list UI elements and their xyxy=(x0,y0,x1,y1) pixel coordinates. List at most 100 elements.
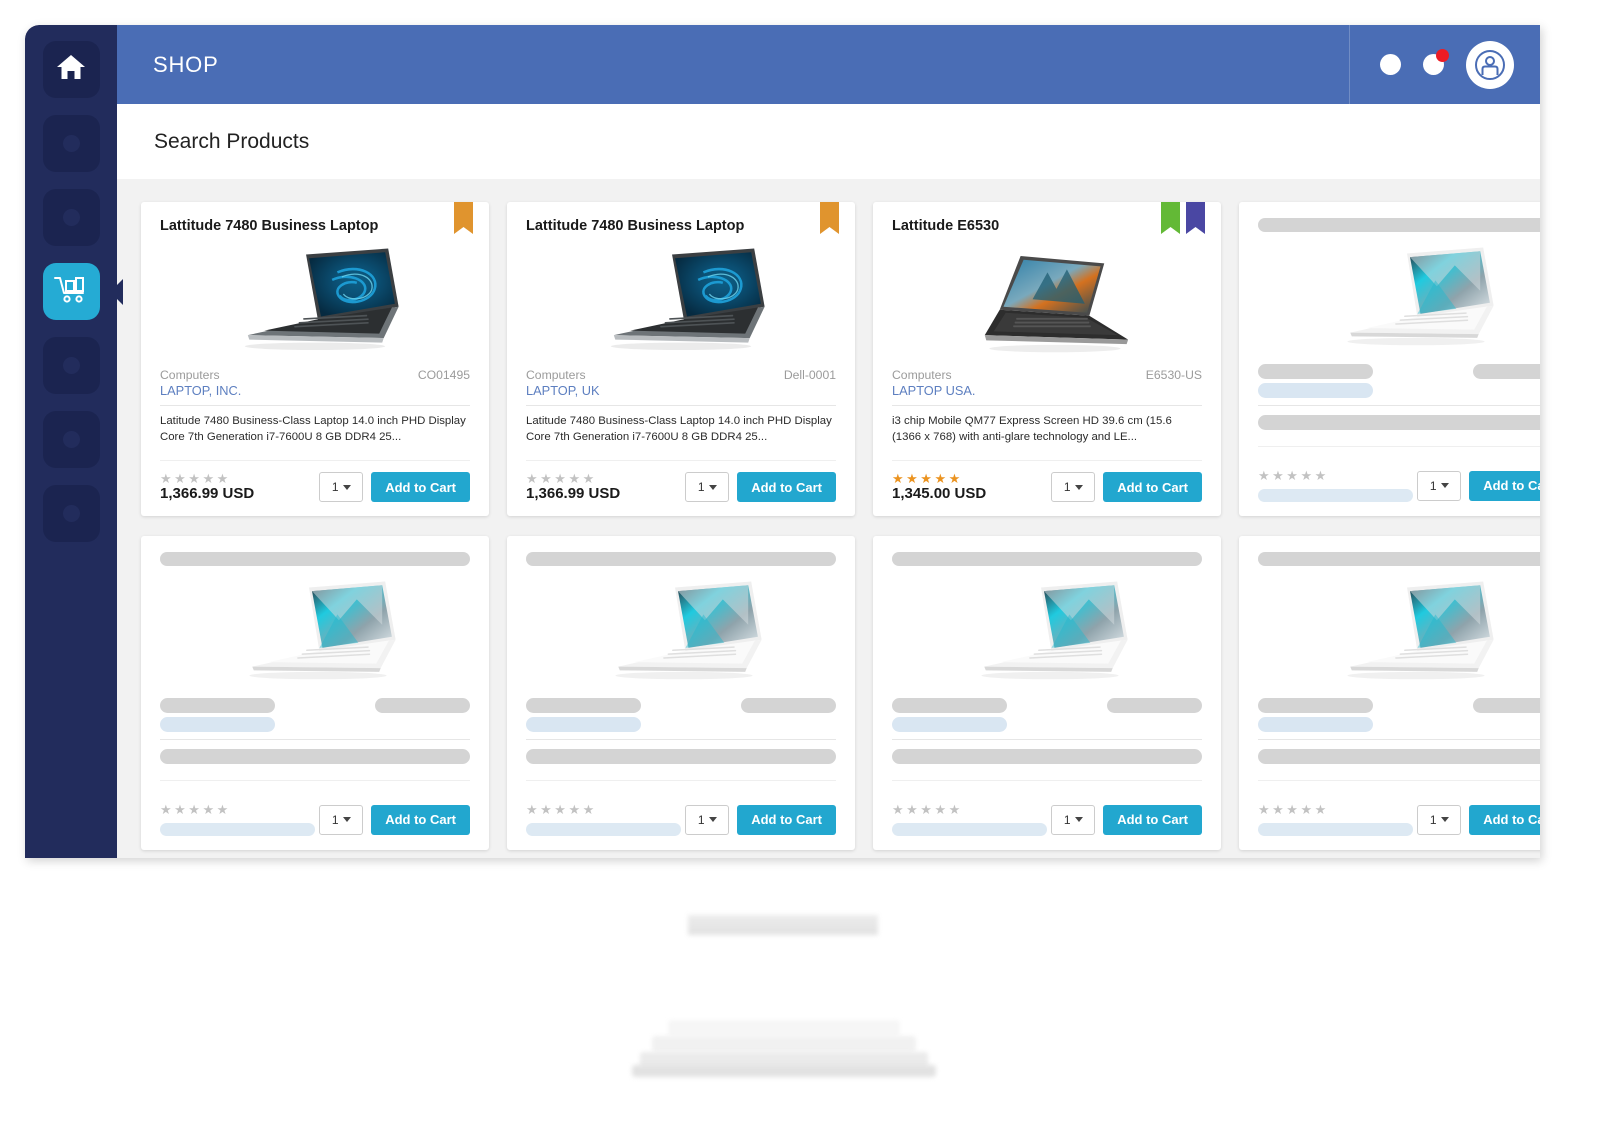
dot-placeholder-icon xyxy=(62,505,80,522)
home-icon xyxy=(56,53,86,86)
quantity-select[interactable]: 1 xyxy=(1417,470,1462,501)
card-footer: ★★★★★ 1 Add to Cart xyxy=(1258,797,1540,836)
card-footer: ★★★★★ 1,345.00 USD 1 Add to Cart xyxy=(892,466,1202,502)
product-rating[interactable]: ★★★★★ xyxy=(1258,469,1413,482)
quantity-select[interactable]: 1 xyxy=(1051,804,1096,835)
add-to-cart-button[interactable]: Add to Cart xyxy=(1103,804,1202,835)
description-placeholder xyxy=(160,749,470,764)
footer-row: ★★★★★ 1 Add to Cart xyxy=(1258,469,1540,502)
rating-price-block: ★★★★★ xyxy=(1258,803,1413,836)
add-to-cart-button[interactable]: Add to Cart xyxy=(371,472,470,502)
product-card[interactable]: ★★★★★ 1 Add to Cart xyxy=(507,536,855,850)
product-card[interactable]: ★★★★★ 1 Add to Cart xyxy=(1239,202,1540,516)
bookmark-ribbon-icon[interactable] xyxy=(454,202,473,234)
meta-divider xyxy=(1258,405,1540,406)
add-to-cart-button[interactable]: Add to Cart xyxy=(371,804,470,835)
quantity-select[interactable]: 1 xyxy=(319,804,364,835)
product-rating[interactable]: ★★★★★ xyxy=(160,472,254,485)
product-card[interactable]: ★★★★★ 1 Add to Cart xyxy=(873,536,1221,850)
meta-divider xyxy=(160,739,470,740)
sidebar-item-nav-3[interactable] xyxy=(42,189,100,246)
product-meta: Computers Dell-0001 xyxy=(526,368,836,382)
card-footer: ★★★★★ 1 Add to Cart xyxy=(892,797,1202,836)
product-card[interactable]: Lattitude 7480 Business Laptop Computers D… xyxy=(507,202,855,516)
ribbon-group xyxy=(1161,202,1205,234)
quantity-select[interactable]: 1 xyxy=(319,472,364,502)
category-placeholder xyxy=(526,698,641,713)
footer-row: ★★★★★ 1 Add to Cart xyxy=(526,803,836,836)
price-placeholder xyxy=(1258,823,1413,836)
add-to-cart-button[interactable]: Add to Cart xyxy=(1469,804,1540,835)
description-placeholder-wrap xyxy=(892,749,1202,764)
purchase-controls: 1 Add to Cart xyxy=(1417,470,1540,501)
quantity-select[interactable]: 1 xyxy=(1051,472,1096,502)
product-rating[interactable]: ★★★★★ xyxy=(1258,803,1413,816)
product-vendor-link[interactable]: LAPTOP, INC. xyxy=(160,383,470,398)
product-image[interactable] xyxy=(160,244,470,362)
sidebar-item-nav-6[interactable] xyxy=(42,411,100,468)
product-image[interactable] xyxy=(526,244,836,362)
desc-divider xyxy=(1258,780,1540,781)
vendor-placeholder xyxy=(1258,383,1373,398)
quantity-value: 1 xyxy=(1063,480,1071,494)
sidebar-item-shop-cart[interactable] xyxy=(42,263,123,320)
sidebar-item-nav-5[interactable] xyxy=(42,337,100,394)
product-rating[interactable]: ★★★★★ xyxy=(526,472,620,485)
product-image[interactable] xyxy=(892,244,1202,362)
add-to-cart-button[interactable]: Add to Cart xyxy=(1103,472,1202,502)
monitor-stand-neck xyxy=(688,915,878,935)
meta-divider xyxy=(1258,739,1540,740)
add-to-cart-button[interactable]: Add to Cart xyxy=(737,804,836,835)
sidebar-item-home[interactable] xyxy=(42,41,100,98)
title-placeholder xyxy=(526,552,836,566)
product-card[interactable]: ★★★★★ 1 Add to Cart xyxy=(141,536,489,850)
chevron-down-icon xyxy=(1440,483,1449,488)
main-column: SHOP Search Products Lattitude 7480 Busi… xyxy=(117,25,1540,858)
product-price: 1,366.99 USD xyxy=(526,485,621,502)
price-placeholder xyxy=(1258,489,1413,502)
quantity-select[interactable]: 1 xyxy=(685,804,730,835)
user-avatar-icon[interactable] xyxy=(1466,40,1514,89)
meta-divider xyxy=(892,405,1202,406)
product-image[interactable] xyxy=(1258,574,1540,692)
bookmark-ribbon-icon[interactable] xyxy=(1186,202,1205,234)
purchase-controls: 1 Add to Cart xyxy=(1051,804,1202,835)
add-to-cart-button[interactable]: Add to Cart xyxy=(737,472,836,502)
product-card[interactable]: ★★★★★ 1 Add to Cart xyxy=(1239,536,1540,850)
product-card[interactable]: Lattitude 7480 Business Laptop Computers C… xyxy=(141,202,489,516)
sku-placeholder xyxy=(741,698,836,713)
quantity-select[interactable]: 1 xyxy=(1417,804,1462,835)
product-image[interactable] xyxy=(1258,240,1540,358)
add-to-cart-button[interactable]: Add to Cart xyxy=(1469,470,1540,501)
purchase-controls: 1 Add to Cart xyxy=(319,472,470,502)
desc-divider xyxy=(1258,446,1540,447)
product-image[interactable] xyxy=(160,574,470,692)
product-image[interactable] xyxy=(892,574,1202,692)
meta-placeholder-row xyxy=(892,698,1202,713)
sidebar-item-nav-7[interactable] xyxy=(42,485,100,542)
desc-divider xyxy=(160,460,470,461)
product-rating[interactable]: ★★★★★ xyxy=(526,803,681,816)
sku-placeholder xyxy=(1473,364,1540,379)
product-rating[interactable]: ★★★★★ xyxy=(892,803,1047,816)
rating-price-block: ★★★★★ 1,366.99 USD xyxy=(526,472,620,502)
quantity-select[interactable]: 1 xyxy=(685,472,730,502)
notification-circle-icon[interactable] xyxy=(1380,54,1401,75)
price-placeholder xyxy=(160,823,315,836)
product-vendor-link[interactable]: LAPTOP USA. xyxy=(892,383,1202,398)
product-rating[interactable]: ★★★★★ xyxy=(892,472,986,485)
card-footer: ★★★★★ 1 Add to Cart xyxy=(526,797,836,836)
product-image[interactable] xyxy=(526,574,836,692)
product-rating[interactable]: ★★★★★ xyxy=(160,803,315,816)
desc-divider xyxy=(892,460,1202,461)
content-area: Lattitude 7480 Business Laptop Computers C… xyxy=(117,179,1540,858)
product-vendor-link[interactable]: LAPTOP, UK xyxy=(526,383,836,398)
bookmark-ribbon-icon[interactable] xyxy=(820,202,839,234)
product-card[interactable]: Lattitude E6530 Computers E6530-US LAPTOP U… xyxy=(873,202,1221,516)
card-footer: ★★★★★ 1,366.99 USD 1 Add to Cart xyxy=(526,466,836,502)
bookmark-ribbon-icon[interactable] xyxy=(1161,202,1180,234)
alerts-circle-icon[interactable] xyxy=(1423,49,1449,75)
sidebar-item-nav-2[interactable] xyxy=(42,115,100,172)
quantity-value: 1 xyxy=(331,812,339,827)
product-category: Computers xyxy=(892,368,952,382)
